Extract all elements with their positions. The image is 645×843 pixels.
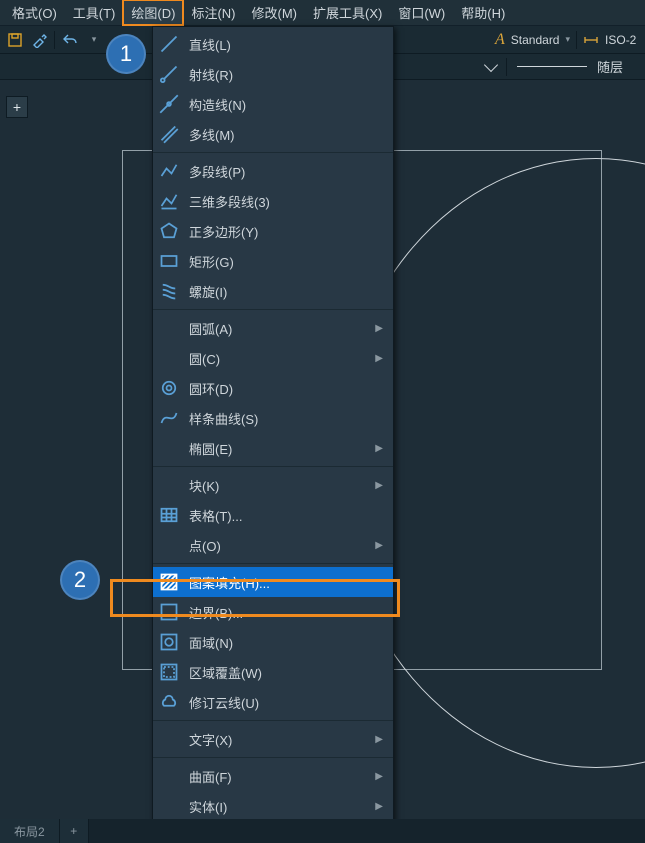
- line-icon: [159, 34, 179, 54]
- menu-item-ray[interactable]: 射线(R): [153, 59, 393, 89]
- menu-draw[interactable]: 绘图(D): [123, 0, 183, 25]
- submenu-arrow-icon: ▶: [375, 480, 383, 491]
- menu-item-spline[interactable]: 样条曲线(S): [153, 403, 393, 433]
- boundary-icon: [159, 602, 179, 622]
- menu-item-pline[interactable]: 多段线(P): [153, 156, 393, 186]
- blank-icon: [159, 348, 179, 368]
- annotation-badge-2: 2: [60, 560, 100, 600]
- donut-icon: [159, 378, 179, 398]
- menu-help[interactable]: 帮助(H): [453, 0, 513, 25]
- separator: [506, 58, 507, 76]
- menu-item-hatch[interactable]: 图案填充(H)...: [153, 567, 393, 597]
- submenu-arrow-icon: ▶: [375, 443, 383, 454]
- xline-icon: [159, 94, 179, 114]
- blank-icon: [159, 475, 179, 495]
- menu-item-point[interactable]: 点(O)▶: [153, 530, 393, 560]
- submenu-arrow-icon: ▶: [375, 540, 383, 551]
- brush-icon[interactable]: [30, 31, 48, 49]
- blank-icon: [159, 535, 179, 555]
- submenu-arrow-icon: ▶: [375, 771, 383, 782]
- blank-icon: [159, 796, 179, 816]
- text-style-icon: A: [495, 31, 505, 49]
- dim-style-icon: [583, 30, 599, 49]
- revcloud-icon: [159, 692, 179, 712]
- menu-item-mline[interactable]: 多线(M): [153, 119, 393, 149]
- menu-bar: 格式(O) 工具(T) 绘图(D) 标注(N) 修改(M) 扩展工具(X) 窗口…: [0, 0, 645, 26]
- menu-separator: [153, 152, 393, 153]
- submenu-arrow-icon: ▶: [375, 734, 383, 745]
- menu-express[interactable]: 扩展工具(X): [305, 0, 390, 25]
- menu-item-line[interactable]: 直线(L): [153, 29, 393, 59]
- blank-icon: [159, 438, 179, 458]
- dim-style-value: ISO-2: [605, 33, 636, 47]
- menu-modify[interactable]: 修改(M): [243, 0, 305, 25]
- menu-window[interactable]: 窗口(W): [390, 0, 453, 25]
- linetype-sample: [517, 66, 587, 67]
- blank-icon: [159, 318, 179, 338]
- blank-icon: [159, 766, 179, 786]
- toolbar-separator: [54, 31, 55, 49]
- text-style-selector[interactable]: A Standard ▾: [495, 31, 570, 49]
- text-style-value: Standard: [511, 33, 560, 47]
- menu-item-text[interactable]: 文字(X)▶: [153, 724, 393, 754]
- menu-item-revcloud[interactable]: 修订云线(U): [153, 687, 393, 717]
- blank-icon: [159, 729, 179, 749]
- menu-item-ellipse[interactable]: 椭圆(E)▶: [153, 433, 393, 463]
- menu-item-circle[interactable]: 圆(C)▶: [153, 343, 393, 373]
- chevron-down-icon: ▾: [565, 34, 570, 45]
- layout-tabs: 布局2 +: [0, 819, 645, 843]
- helix-icon: [159, 281, 179, 301]
- menu-separator: [153, 309, 393, 310]
- layer-label[interactable]: 随层: [597, 57, 623, 76]
- pline3d-icon: [159, 191, 179, 211]
- add-view-tab[interactable]: +: [6, 96, 28, 118]
- undo-dropdown-icon[interactable]: ▾: [85, 31, 103, 49]
- submenu-arrow-icon: ▶: [375, 801, 383, 812]
- menu-item-donut[interactable]: 圆环(D): [153, 373, 393, 403]
- menu-item-surface[interactable]: 曲面(F)▶: [153, 761, 393, 791]
- menu-tools[interactable]: 工具(T): [65, 0, 124, 25]
- ray-icon: [159, 64, 179, 84]
- menu-item-table[interactable]: 表格(T)...: [153, 500, 393, 530]
- submenu-arrow-icon: ▶: [375, 353, 383, 364]
- menu-item-pline3d[interactable]: 三维多段线(3): [153, 186, 393, 216]
- menu-item-solid[interactable]: 实体(I)▶: [153, 791, 393, 821]
- hatch-icon: [159, 572, 179, 592]
- menu-item-wipeout[interactable]: 区域覆盖(W): [153, 657, 393, 687]
- region-icon: [159, 632, 179, 652]
- menu-item-boundary[interactable]: 边界(B)...: [153, 597, 393, 627]
- table-icon: [159, 505, 179, 525]
- toolbar-separator: [576, 31, 577, 49]
- menu-separator: [153, 757, 393, 758]
- save-icon[interactable]: [6, 31, 24, 49]
- menu-separator: [153, 563, 393, 564]
- menu-item-xline[interactable]: 构造线(N): [153, 89, 393, 119]
- menu-dimension[interactable]: 标注(N): [183, 0, 243, 25]
- pline-icon: [159, 161, 179, 181]
- polygon-icon: [159, 221, 179, 241]
- rect-icon: [159, 251, 179, 271]
- submenu-arrow-icon: ▶: [375, 323, 383, 334]
- layout-tab-2[interactable]: 布局2: [0, 819, 60, 843]
- mline-icon: [159, 124, 179, 144]
- menu-format[interactable]: 格式(O): [4, 0, 65, 25]
- undo-icon[interactable]: [61, 31, 79, 49]
- annotation-badge-1: 1: [106, 34, 146, 74]
- menu-item-polygon[interactable]: 正多边形(Y): [153, 216, 393, 246]
- menu-separator: [153, 466, 393, 467]
- dim-style-selector[interactable]: ISO-2: [583, 30, 636, 49]
- layout-tab-add[interactable]: +: [60, 819, 89, 843]
- spline-icon: [159, 408, 179, 428]
- menu-item-region[interactable]: 面域(N): [153, 627, 393, 657]
- menu-item-arc[interactable]: 圆弧(A)▶: [153, 313, 393, 343]
- wipeout-icon: [159, 662, 179, 682]
- chevron-down-icon[interactable]: [484, 57, 498, 71]
- menu-item-rectangle[interactable]: 矩形(G): [153, 246, 393, 276]
- menu-item-block[interactable]: 块(K)▶: [153, 470, 393, 500]
- menu-item-helix[interactable]: 螺旋(I): [153, 276, 393, 306]
- menu-separator: [153, 720, 393, 721]
- draw-menu: 直线(L) 射线(R) 构造线(N) 多线(M) 多段线(P) 三维多段线(3)…: [152, 26, 394, 824]
